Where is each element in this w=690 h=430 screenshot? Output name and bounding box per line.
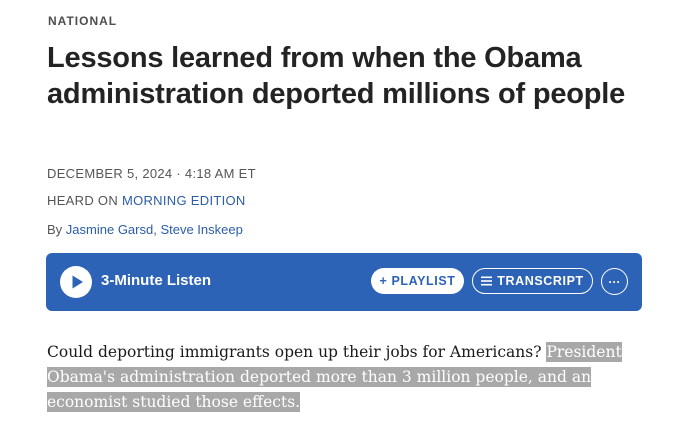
- headline: Lessons learned from when the Obama admi…: [47, 42, 626, 110]
- list-icon: [481, 276, 493, 286]
- article-paragraph: Could deporting immigrants open up their…: [47, 340, 637, 415]
- byline-prefix: By: [47, 222, 63, 237]
- more-options-button[interactable]: ···: [601, 268, 628, 295]
- article-page: NATIONAL Lessons learned from when the O…: [0, 0, 690, 430]
- byline: By Jasmine Garsd, Steve Inskeep: [47, 222, 243, 237]
- heard-on-line: HEARD ON MORNING EDITION: [47, 193, 246, 208]
- author-link[interactable]: Jasmine Garsd: [66, 222, 153, 237]
- dateline: DECEMBER 5, 2024 · 4:18 AM ET: [47, 166, 256, 181]
- audio-player: 3-Minute Listen + PLAYLIST TRANSCRIPT ··…: [46, 253, 642, 311]
- play-button[interactable]: [60, 266, 92, 298]
- heard-on-prefix: HEARD ON: [47, 193, 119, 208]
- add-to-playlist-button[interactable]: + PLAYLIST: [371, 268, 464, 294]
- author-link[interactable]: Steve Inskeep: [160, 222, 242, 237]
- paragraph-text: Could deporting immigrants open up their…: [47, 343, 547, 361]
- listen-duration-label: 3-Minute Listen: [101, 272, 212, 289]
- program-link[interactable]: MORNING EDITION: [122, 193, 246, 208]
- transcript-label: TRANSCRIPT: [497, 274, 584, 288]
- transcript-button[interactable]: TRANSCRIPT: [472, 268, 593, 294]
- section-label[interactable]: NATIONAL: [48, 14, 117, 28]
- play-icon: [72, 275, 83, 289]
